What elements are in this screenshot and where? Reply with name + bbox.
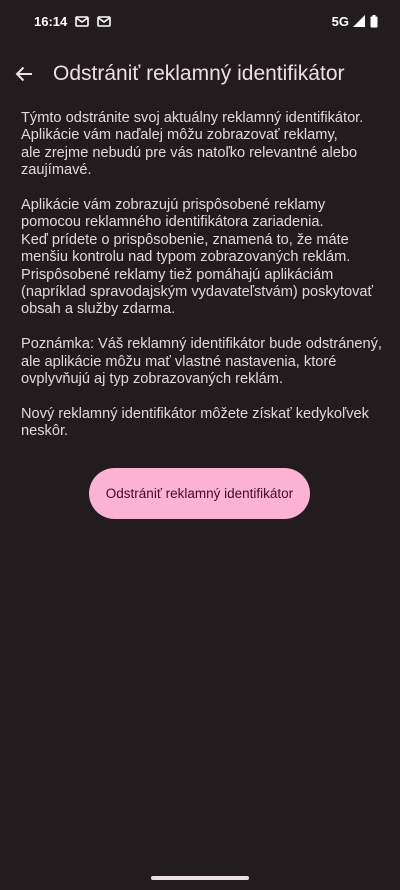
paragraph-info: Týmto odstránite svoj aktuálny reklamný … (21, 110, 364, 179)
battery-icon (370, 14, 378, 28)
status-bar: 16:14 5G (0, 0, 400, 42)
status-left: 16:14 (34, 13, 112, 29)
home-indicator[interactable] (151, 876, 249, 880)
gmail-icon (75, 15, 90, 27)
description-text: Týmto odstránite svoj aktuálny reklamný … (21, 110, 383, 458)
signal-icon (353, 15, 366, 27)
delete-ad-id-button[interactable]: Odstrániť reklamný identifikátor (89, 468, 310, 519)
arrow-back-icon (15, 65, 33, 83)
network-type: 5G (331, 13, 349, 29)
paragraph-personalization: Aplikácie vám zobrazujú prispôsobené rek… (21, 197, 374, 318)
paragraph-note: Poznámka: Váš reklamný identifikátor bud… (21, 336, 382, 388)
back-button[interactable] (0, 50, 48, 98)
status-time: 16:14 (34, 13, 68, 29)
paragraph-new-id: Nový reklamný identifikátor môžete získa… (21, 405, 369, 440)
app-bar: Odstrániť reklamný identifikátor (0, 50, 400, 98)
gmail-icon (97, 15, 112, 27)
page-title: Odstrániť reklamný identifikátor (53, 62, 345, 85)
status-right: 5G (332, 14, 378, 29)
